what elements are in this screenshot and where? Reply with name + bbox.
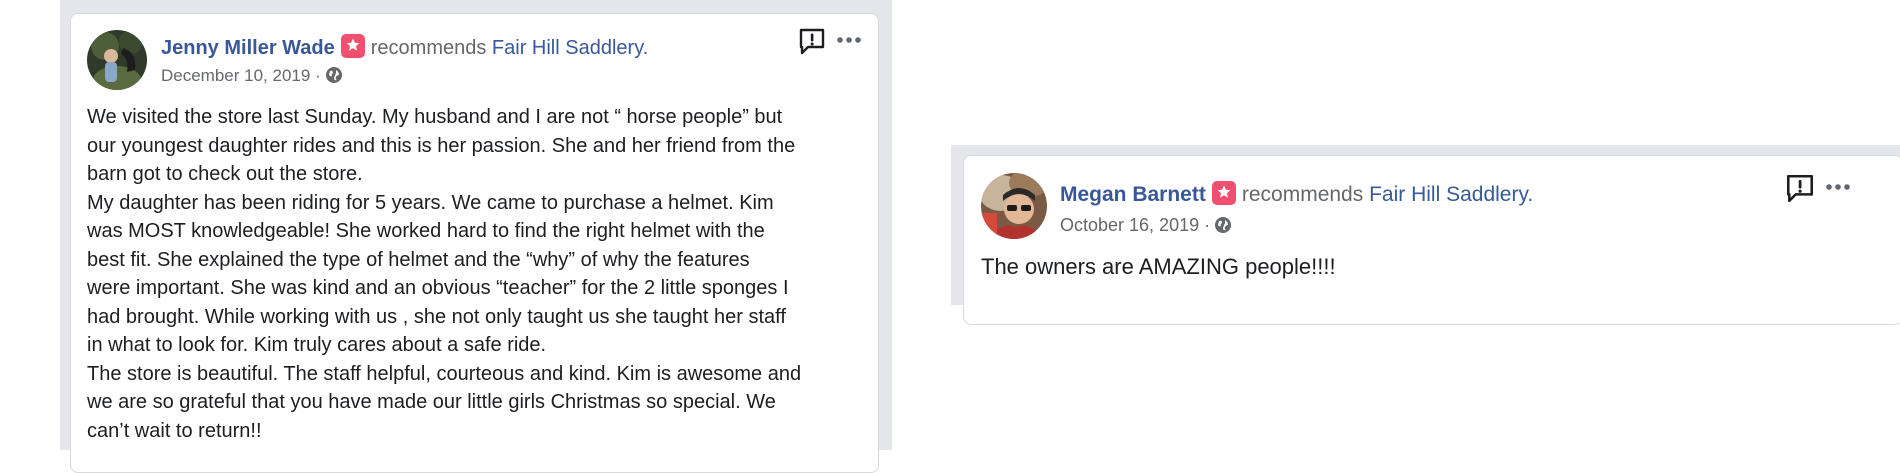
post-meta: October 16, 2019 · (1060, 215, 1232, 238)
post-meta: December 10, 2019 · (161, 66, 343, 89)
recommends-label: recommends (370, 37, 487, 59)
meta-separator: · (1204, 215, 1211, 235)
page-link[interactable]: Fair Hill Saddlery. (492, 37, 648, 59)
post-panel-2: Megan Barnett recommends Fair Hill Saddle… (951, 145, 1900, 325)
post-body: We visited the store last Sunday. My hus… (87, 106, 802, 442)
more-options-icon[interactable] (834, 28, 864, 57)
post-card-1: Jenny Miller Wade recommends Fair Hill Sa… (70, 13, 879, 473)
report-icon[interactable] (1784, 172, 1816, 209)
post-body: The owners are AMAZING people!!!! (981, 254, 1336, 279)
avatar[interactable] (87, 30, 147, 90)
globe-icon (1214, 216, 1232, 238)
more-options-icon[interactable] (1823, 175, 1853, 204)
author-name[interactable]: Megan Barnett (1060, 183, 1206, 206)
post-panel-1: Jenny Miller Wade recommends Fair Hill Sa… (60, 0, 892, 473)
post-header: Jenny Miller Wade recommends Fair Hill Sa… (161, 34, 648, 60)
report-icon[interactable] (797, 26, 827, 61)
meta-separator: · (315, 66, 321, 85)
post-card-2: Megan Barnett recommends Fair Hill Saddle… (963, 155, 1900, 325)
recommendation-star-icon (1211, 181, 1236, 205)
recommends-label: recommends (1241, 183, 1364, 206)
post-header: Megan Barnett recommends Fair Hill Saddle… (1060, 181, 1533, 207)
page-link[interactable]: Fair Hill Saddlery. (1369, 183, 1533, 206)
author-name[interactable]: Jenny Miller Wade (161, 37, 335, 59)
globe-icon (325, 66, 343, 89)
avatar[interactable] (981, 173, 1047, 239)
post-date[interactable]: December 10, 2019 (161, 66, 310, 85)
recommendation-star-icon (340, 34, 365, 58)
post-date[interactable]: October 16, 2019 (1060, 215, 1199, 235)
